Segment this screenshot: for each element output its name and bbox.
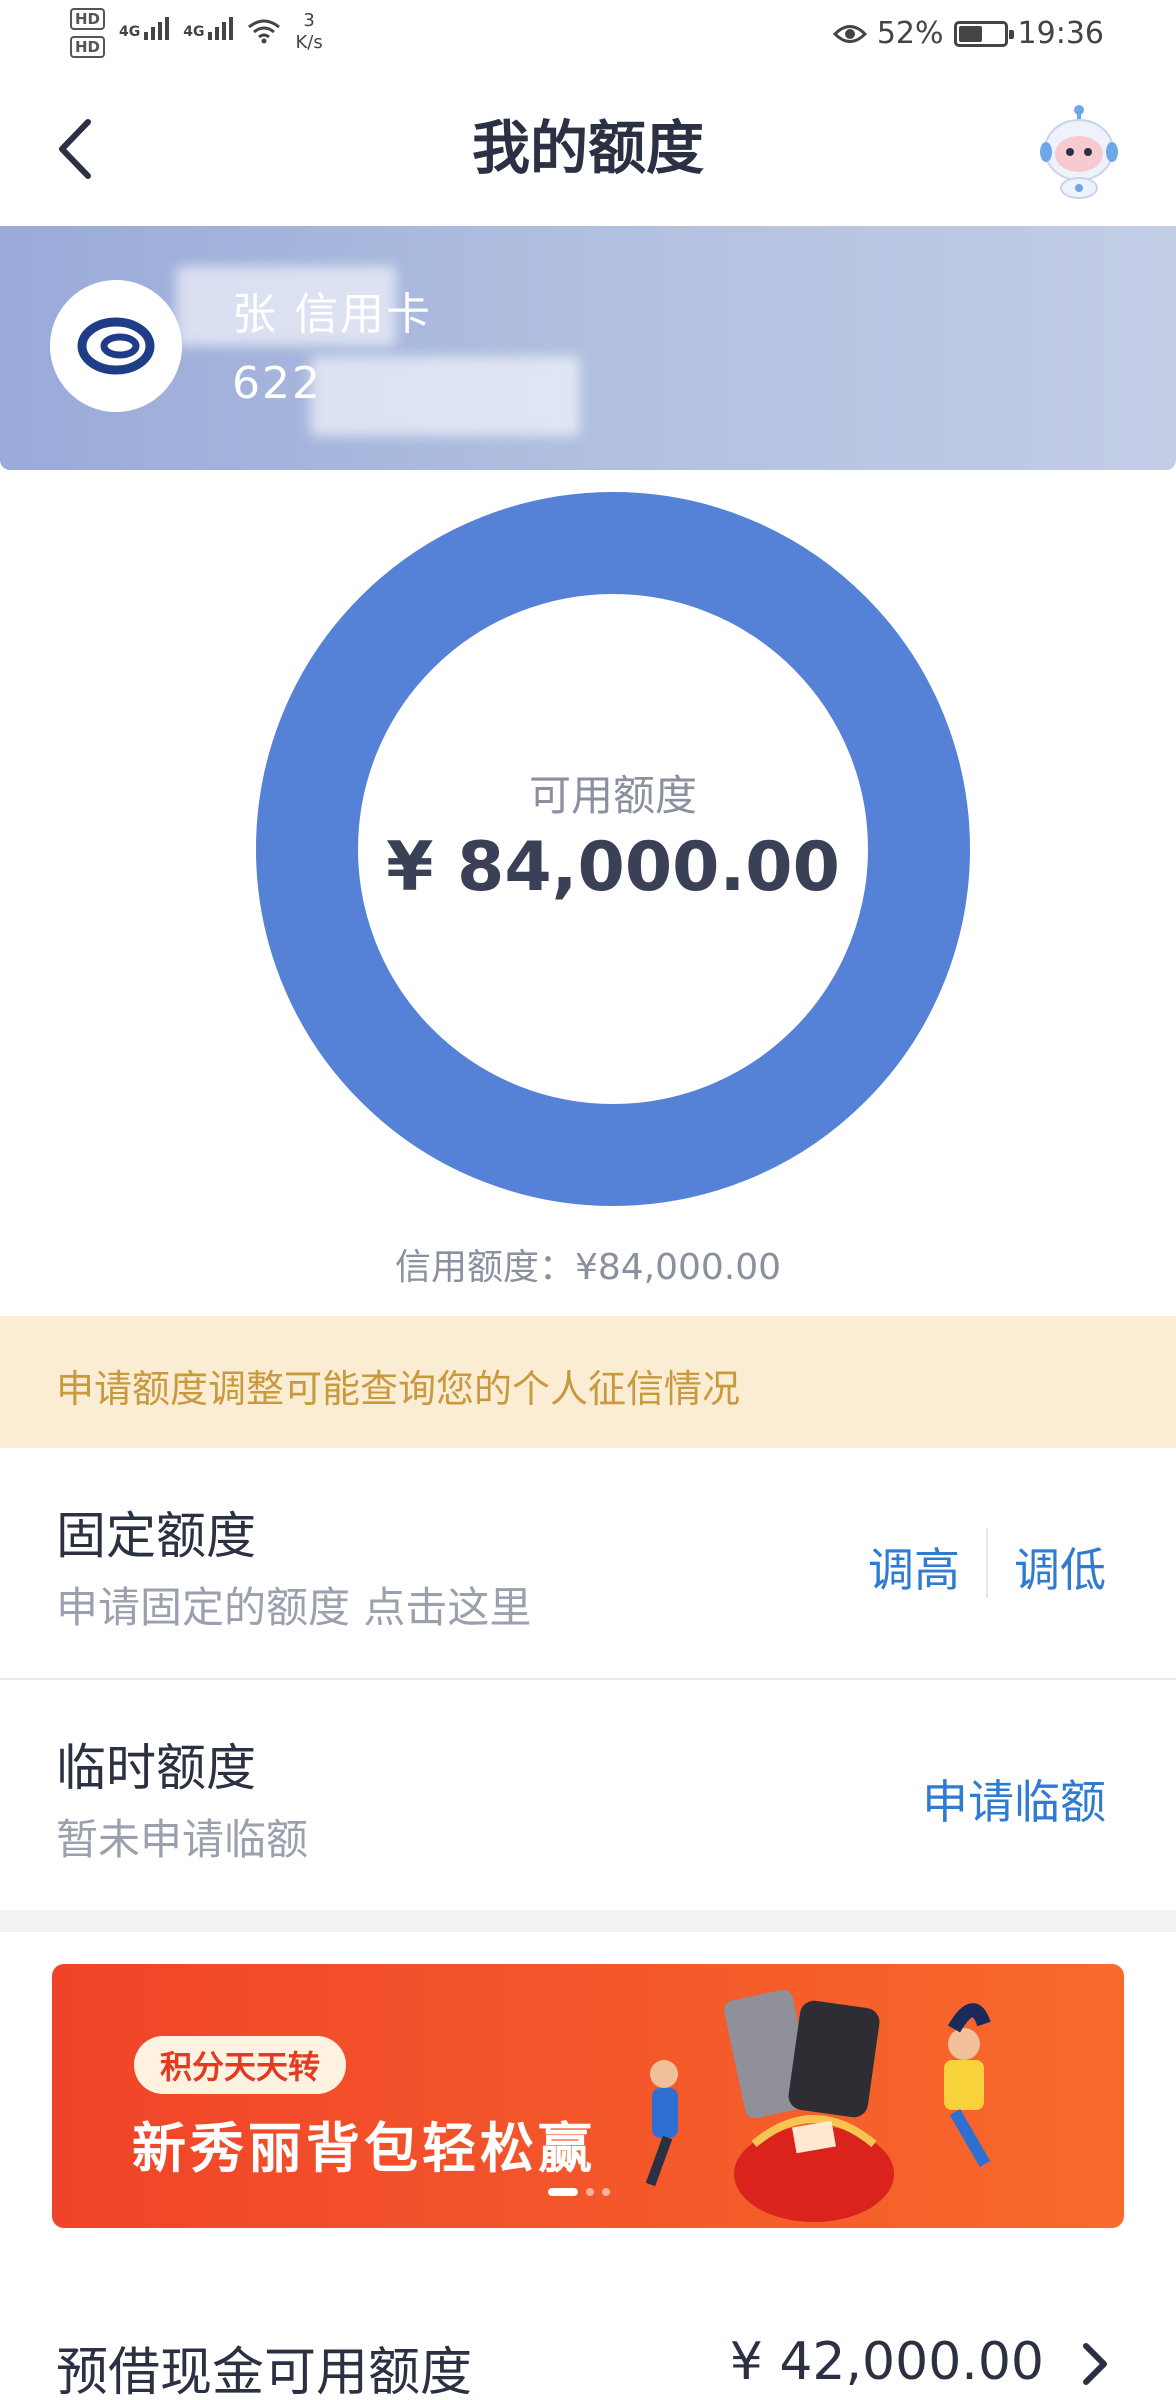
signal-sim1-icon: 4G	[119, 14, 170, 40]
temp-limit-row[interactable]: 临时额度 暂未申请临额 申请临额	[0, 1680, 1176, 1910]
promo-title: 新秀丽背包轻松赢	[132, 2117, 596, 2180]
promo-tag: 积分天天转	[134, 2036, 347, 2094]
cash-advance-amount: ¥ 42,000.00	[729, 2332, 1044, 2392]
carousel-dot	[548, 2188, 578, 2196]
signal-sim2-icon: 4G	[183, 14, 234, 40]
temp-limit-title: 临时额度	[56, 1739, 256, 1797]
hd-sim1-badge: HD	[70, 8, 106, 30]
bank-logo-icon	[50, 280, 182, 412]
battery-percent: 52%	[876, 16, 944, 51]
carousel-dot	[602, 2188, 610, 2196]
fixed-limit-row[interactable]: 固定额度 申请固定的额度 点击这里 调高 调低	[0, 1448, 1176, 1678]
temp-limit-subtitle: 暂未申请临额	[56, 1815, 309, 1864]
available-limit-label: 可用额度	[528, 771, 697, 820]
raise-limit-button[interactable]: 调高	[868, 1534, 960, 1600]
wifi-icon	[248, 19, 281, 44]
chevron-right-icon[interactable]	[1080, 2340, 1110, 2388]
carousel-dot	[586, 2188, 594, 2196]
credit-card-banner[interactable]: 张 信用卡 622	[0, 226, 1176, 470]
eye-comfort-icon	[832, 24, 867, 43]
action-divider	[986, 1528, 988, 1598]
credit-limit-text: 信用额度：¥84,000.00	[394, 1247, 782, 1288]
battery-icon	[953, 20, 1014, 47]
promo-illustration-icon	[645, 1989, 991, 2222]
lower-limit-button[interactable]: 调低	[1014, 1534, 1106, 1600]
nav-header: 我的额度	[0, 90, 1176, 210]
available-limit-amount: ¥ 84,000.00	[386, 828, 840, 907]
hd-sim2-badge: HD	[70, 36, 106, 58]
card-number: 622	[232, 358, 322, 409]
fixed-limit-title: 固定额度	[56, 1507, 256, 1565]
section-gap	[0, 1910, 1176, 1932]
status-left: HD HD 4G 4G 3 K/s	[70, 8, 323, 58]
credit-check-notice: 申请额度调整可能查询您的个人征信情况	[0, 1316, 1176, 1448]
fixed-limit-subtitle: 申请固定的额度 点击这里	[56, 1583, 532, 1632]
status-bar: HD HD 4G 4G 3 K/s 52% 19:36	[0, 0, 1176, 72]
cash-advance-title: 预借现金可用额度	[56, 2343, 473, 2400]
promo-banner[interactable]: 积分天天转 新秀丽背包轻松赢	[52, 1964, 1124, 2228]
notice-text: 申请额度调整可能查询您的个人征信情况	[56, 1367, 741, 1411]
carousel-indicator	[548, 2188, 610, 2196]
status-right: 52% 19:36	[832, 16, 1104, 51]
page-title: 我的额度	[471, 114, 704, 182]
robot-assistant-icon[interactable]	[1034, 104, 1124, 200]
redaction-mask	[176, 266, 396, 346]
apply-temp-limit-button[interactable]: 申请临额	[922, 1766, 1106, 1832]
limit-donut-chart: 可用额度 ¥ 84,000.00	[254, 490, 972, 1208]
redaction-mask	[310, 356, 580, 436]
network-speed: 3 K/s	[295, 10, 323, 53]
clock: 19:36	[1017, 16, 1104, 51]
hd-indicators: HD HD	[70, 8, 106, 58]
